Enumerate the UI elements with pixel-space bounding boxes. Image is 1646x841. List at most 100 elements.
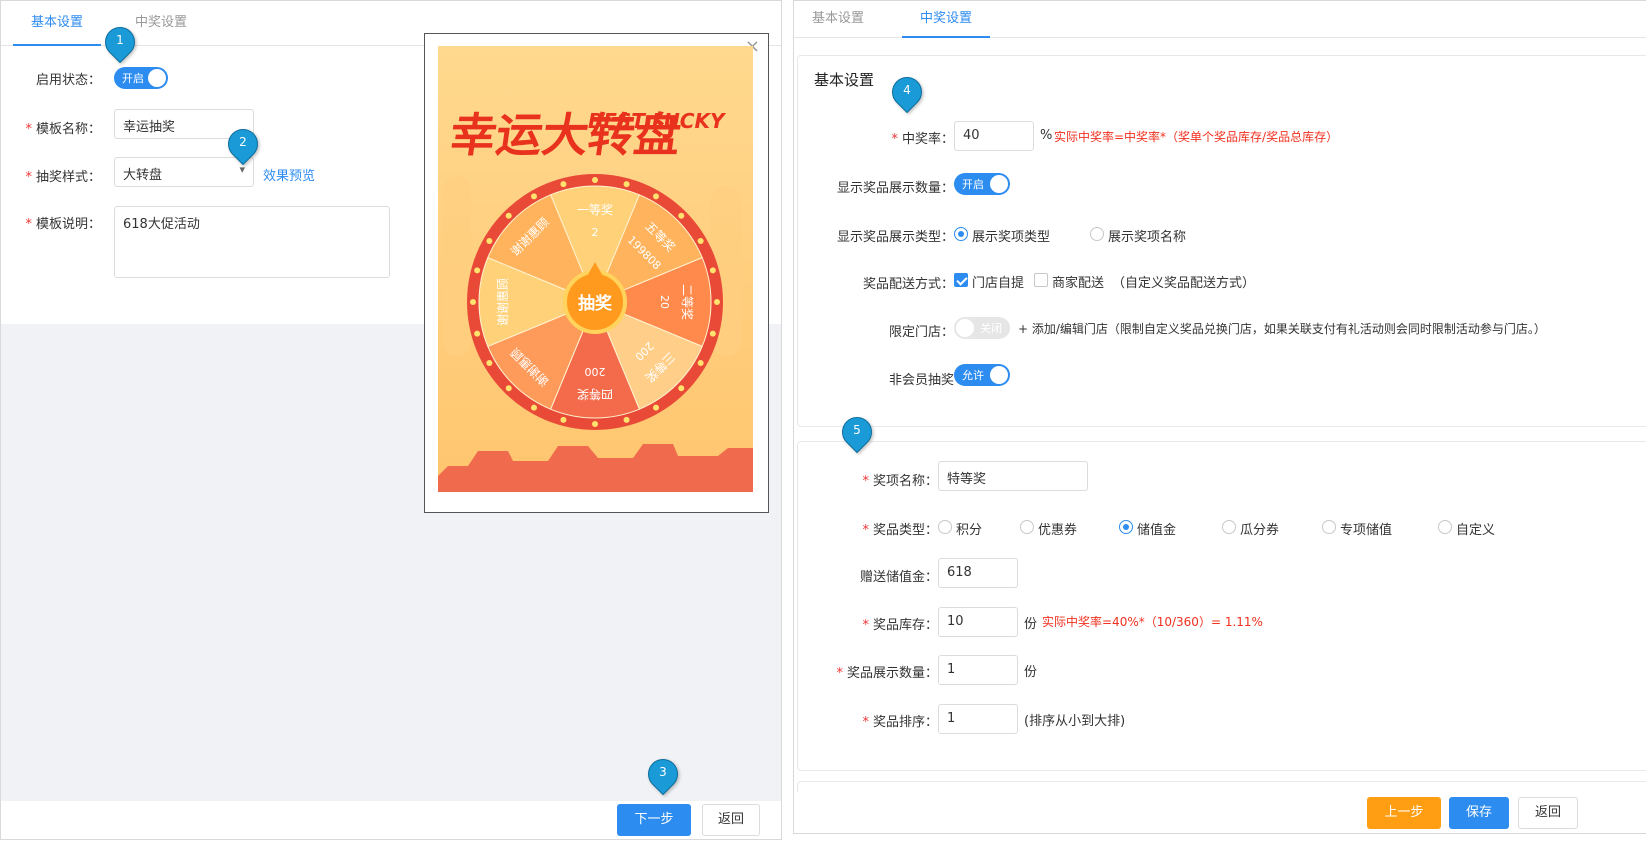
gift-value-input[interactable]: 618 (938, 558, 1018, 588)
enable-label: 启用状态： (35, 73, 101, 88)
display-count-input[interactable]: 1 (938, 655, 1018, 685)
sort-input[interactable]: 1 (938, 704, 1018, 734)
show-count-label: 显示奖品展示数量： (836, 181, 954, 196)
prize-type-radio-points[interactable] (938, 520, 952, 534)
prize-type-radio-coupon[interactable] (1020, 520, 1034, 534)
tab-basic-settings[interactable]: 基本设置 (806, 1, 870, 37)
next-step-button[interactable]: 下一步 (617, 804, 691, 836)
store-toggle-text: 关闭 (980, 322, 1002, 335)
template-desc-textarea[interactable]: 618大促活动 (114, 206, 390, 278)
show-count-toggle-text: 开启 (962, 178, 984, 191)
prev-step-button[interactable]: 上一步 (1367, 797, 1441, 829)
non-member-toggle[interactable]: 允许 (954, 364, 1010, 386)
show-type-option-label: 展示奖项名称 (1108, 230, 1187, 245)
win-rate-unit: % (1040, 128, 1053, 143)
sort-hint: (排序从小到大排) (1024, 714, 1126, 729)
wheel-rim-dot (697, 238, 704, 244)
wheel-rim-dot (592, 177, 598, 183)
delivery-option-label: 门店自提 (972, 276, 1025, 291)
wheel-rim-dot (531, 193, 537, 200)
wheel-rim-dot (592, 421, 598, 427)
wheel-rim-dot (560, 181, 567, 188)
wheel-rim-dot (505, 385, 512, 392)
preview-popup: × 幸运大转盘 BEST LUCKY 一等奖2五等奖199808二等奖20三等奖… (424, 33, 769, 513)
wheel-rim-dot (623, 416, 630, 423)
wheel-rim-dot (709, 330, 716, 337)
prize-type-radio-stored-value[interactable] (1119, 520, 1133, 534)
marker-pin-3: 3 (641, 752, 685, 797)
wheel-rim-dot (709, 267, 716, 274)
wheel-rim-dot (486, 238, 493, 244)
tab-basic-settings[interactable]: 基本设置 (13, 1, 101, 46)
non-member-toggle-text: 允许 (962, 369, 984, 382)
wheel-segment-label: 谢谢惠顾 (495, 278, 510, 326)
store-toggle[interactable]: 关闭 (954, 317, 1010, 339)
draw-style-label: * 抽奖样式： (25, 170, 101, 185)
prize-type-option-label: 积分 (956, 523, 983, 538)
delivery-hint: （自定义奖品配送方式） (1112, 276, 1256, 291)
wheel-title-sub: BEST LUCKY (588, 109, 727, 133)
wheel-rim-dot (531, 404, 537, 411)
right-panel: 基本设置 中奖设置 基本设置 * 中奖率： 40 % 实际中奖率=中奖率*（奖单个… (793, 0, 1646, 834)
prize-type-radio-special-value[interactable] (1322, 520, 1336, 534)
toggle-knob (990, 366, 1008, 384)
prize-name-input[interactable]: 特等奖 (938, 461, 1088, 491)
wheel-rim-dot (678, 385, 685, 392)
wheel-rim-dot (505, 212, 512, 219)
prize-type-radio-custom[interactable] (1438, 520, 1452, 534)
wheel-rim-dot (486, 360, 493, 366)
wheel-segment-value: 20 (658, 295, 671, 309)
delivery-label: 奖品配送方式： (862, 277, 954, 292)
display-count-label: * 奖品展示数量： (836, 666, 938, 681)
prize-name-label: * 奖项名称： (862, 474, 938, 489)
preview-link[interactable]: 效果预览 (263, 165, 315, 184)
prize-type-label: * 奖品类型： (862, 523, 938, 538)
save-button[interactable]: 保存 (1449, 797, 1509, 829)
back-button[interactable]: 返回 (702, 804, 760, 836)
wheel-rim-dot (623, 181, 630, 188)
wheel-segment-value: 200 (585, 365, 606, 378)
back-button[interactable]: 返回 (1518, 797, 1578, 829)
prize-type-option-label: 储值金 (1137, 523, 1177, 538)
sort-label: * 奖品排序： (862, 715, 938, 730)
show-count-toggle[interactable]: 开启 (954, 173, 1010, 195)
delivery-merchant-checkbox[interactable] (1034, 273, 1048, 287)
right-tabs: 基本设置 中奖设置 (794, 1, 1646, 38)
prize-type-option-label: 自定义 (1456, 523, 1496, 538)
win-rate-hint: 实际中奖率=中奖率*（奖单个奖品库存/奖品总库存） (1054, 130, 1339, 144)
show-type-radio-name[interactable] (1090, 227, 1104, 241)
lucky-wheel-preview: 幸运大转盘 BEST LUCKY 一等奖2 五等奖199808二等奖20三等奖20… (438, 46, 753, 492)
wheel-rim-dot (474, 330, 481, 337)
show-type-option-label: 展示奖项类型 (972, 230, 1051, 245)
prize-type-radio-split-coupon[interactable] (1222, 520, 1236, 534)
wheel-segment-label: 一等奖 (577, 203, 613, 217)
prize-type-option-label: 优惠券 (1038, 523, 1078, 538)
win-rate-label: * 中奖率： (891, 132, 954, 147)
stock-unit: 份 (1024, 617, 1038, 632)
delivery-pickup-checkbox[interactable] (954, 273, 968, 287)
win-rate-input[interactable]: 40 (954, 121, 1034, 151)
stock-input[interactable]: 10 (938, 607, 1018, 637)
template-name-label: * 模板名称： (25, 122, 101, 137)
show-type-radio-type[interactable] (954, 227, 968, 241)
add-store-link[interactable]: + 添加/编辑门店（限制自定义奖品兑换门店，如果关联支付有礼活动则会同时限制活动… (1018, 320, 1546, 337)
stock-hint: 实际中奖率=40%*（10/360）= 1.11% (1042, 615, 1263, 629)
marker-pin-2: 2 (221, 122, 265, 167)
wheel-rim-dot (653, 193, 659, 200)
delivery-option-label: 商家配送 (1052, 276, 1105, 291)
wheel-rim-dot (697, 360, 704, 366)
store-label: 限定门店： (888, 325, 954, 340)
wheel-rim-dot (653, 404, 659, 411)
stock-label: * 奖品库存： (862, 618, 938, 633)
marker-pin-1: 1 (98, 20, 142, 65)
wheel-rim-dot (714, 299, 720, 305)
enable-toggle[interactable]: 开启 (114, 67, 168, 89)
wheel-segment-value: 2 (592, 226, 599, 239)
prize-type-option-label: 瓜分券 (1240, 523, 1280, 538)
template-desc-label: * 模板说明： (25, 217, 101, 232)
wheel-rim-dot (560, 416, 567, 423)
left-panel: 基本设置 中奖设置 启用状态： 开启 * 模板名称： 幸运抽奖 * 抽奖样式： 大转… (0, 0, 782, 840)
tab-prize-settings[interactable]: 中奖设置 (902, 1, 990, 38)
wheel-rim-dot (470, 299, 476, 305)
bg-pillar (443, 176, 471, 356)
